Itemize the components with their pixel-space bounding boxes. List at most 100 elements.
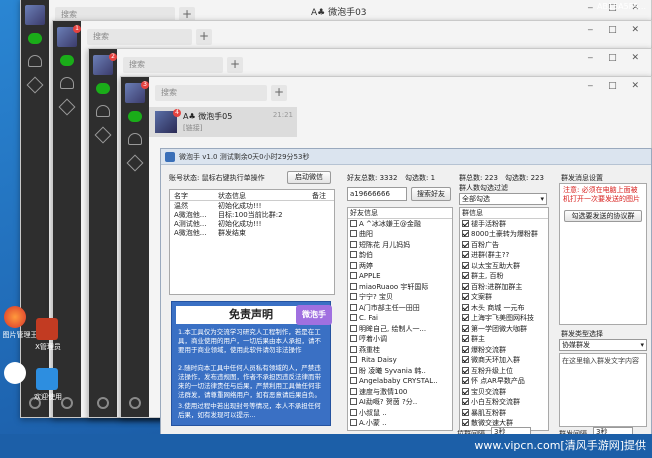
checkbox[interactable]	[462, 408, 469, 416]
friend-item[interactable]: 小叔鼠 ..	[348, 408, 452, 419]
friend-item[interactable]: Rita Daisy	[348, 355, 452, 366]
search-input[interactable]: 搜索	[123, 57, 223, 73]
table-row[interactable]: A测试他... 初始化成功!!!	[170, 219, 334, 228]
group-item[interactable]: 小白互粉交流群	[460, 397, 548, 408]
window-controls[interactable]: ‒ □ ✕	[588, 81, 646, 91]
app-icon[interactable]	[36, 368, 58, 390]
group-item[interactable]: 宝贝交流群	[460, 387, 548, 398]
checkbox[interactable]	[462, 366, 469, 374]
group-item[interactable]: 褪手活粉群	[460, 219, 548, 230]
friend-item[interactable]: 明眸自己, 绘制人一...	[348, 324, 452, 335]
collection-icon[interactable]	[94, 126, 112, 144]
app-icon[interactable]	[4, 306, 26, 328]
checkbox[interactable]	[350, 335, 357, 342]
group-item[interactable]: 文案群	[460, 292, 548, 303]
collection-icon[interactable]	[126, 154, 144, 172]
checkbox[interactable]	[462, 293, 469, 300]
group-item[interactable]: 群主	[460, 334, 548, 345]
checkbox[interactable]	[350, 240, 357, 248]
friend-search-input[interactable]: a19666666	[347, 187, 407, 201]
friend-item[interactable]: 两婷	[348, 261, 452, 272]
friend-item[interactable]: 哼着小调	[348, 334, 452, 345]
user-avatar[interactable]	[25, 5, 45, 25]
checkbox[interactable]	[350, 219, 357, 227]
app-icon[interactable]	[4, 362, 26, 384]
group-item[interactable]: 木头 商城 一元布	[460, 303, 548, 314]
group-item[interactable]: 8000土豪转为爆粉群	[460, 229, 548, 240]
friend-item[interactable]: Angelababy CRYSTAL..	[348, 376, 452, 387]
tool-window[interactable]: 微泡手 v1.0 测试剩余0天0小时29分53秒 账号状态: 鼠标右键执行单操作…	[160, 148, 652, 438]
group-item[interactable]: 第一学团微大咖群	[460, 324, 548, 335]
table-row[interactable]: A微泡他... 目标:100当前比群:2	[170, 210, 334, 219]
checkbox[interactable]	[350, 387, 357, 395]
friend-item[interactable]: A门市部主任一田田	[348, 303, 452, 314]
group-item[interactable]: 百粉广告	[460, 240, 548, 251]
table-row[interactable]: 温然 初始化成功!!!	[170, 201, 334, 210]
friend-item[interactable]: miaoRuaoo 宇轩国际	[348, 282, 452, 293]
checkbox[interactable]	[462, 419, 469, 426]
checkbox[interactable]	[350, 345, 357, 353]
add-icon[interactable]: +	[271, 85, 287, 101]
group-item[interactable]: 互粉升级上位	[460, 366, 548, 377]
window-controls[interactable]: ‒ □ ✕	[588, 53, 646, 63]
checkbox[interactable]	[462, 282, 469, 290]
checkbox[interactable]	[462, 335, 469, 342]
send-type-select[interactable]: 协媒群发 ▾	[559, 339, 647, 351]
group-item[interactable]: 进群(群主??	[460, 250, 548, 261]
add-icon[interactable]: +	[227, 57, 243, 73]
group-list[interactable]: 群信息 褪手活粉群 8000土豪转为爆粉群 百粉广告 进群(群主?? 以太宝互助大群 群主…	[459, 207, 549, 431]
column-header[interactable]: 状态信息	[218, 191, 246, 201]
group-item[interactable]: 以太宝互助大群	[460, 261, 548, 272]
table-row[interactable]: A微泡他... 群发结束	[170, 228, 334, 237]
checkbox[interactable]	[350, 293, 357, 300]
friend-item[interactable]: 宁宁? 宝贝	[348, 292, 452, 303]
checkbox[interactable]	[462, 230, 469, 237]
checkbox[interactable]	[462, 377, 469, 384]
column-header[interactable]: 备注	[312, 191, 326, 201]
collection-icon[interactable]	[58, 98, 76, 116]
checkbox[interactable]	[350, 272, 357, 279]
checkbox[interactable]	[350, 366, 357, 374]
checkbox[interactable]	[350, 282, 357, 290]
friend-item[interactable]: 短陈花 月儿妈妈	[348, 240, 452, 251]
group-item[interactable]: 微商天环加入群	[460, 355, 548, 366]
send-settings-panel[interactable]: 注意: 必须在电脑上面被机打开一次要发送的图片 勾选要发送的协议群	[559, 183, 647, 325]
checkbox[interactable]	[350, 356, 357, 363]
app-icon[interactable]	[36, 318, 58, 340]
contacts-icon[interactable]	[128, 133, 142, 145]
search-friend-button[interactable]: 搜索好友	[411, 187, 451, 201]
checkbox[interactable]	[462, 219, 469, 227]
group-item[interactable]: 百粉:进群加群主	[460, 282, 548, 293]
checkbox[interactable]	[350, 314, 357, 321]
friend-item[interactable]: APPLE	[348, 271, 452, 282]
checkbox[interactable]	[350, 398, 357, 405]
settings-icon[interactable]	[129, 397, 141, 409]
friend-item[interactable]: C. Fai	[348, 313, 452, 324]
friend-item[interactable]: A.小蒙 ..	[348, 418, 452, 429]
friend-item[interactable]: 曲阳	[348, 229, 452, 240]
group-item[interactable]: 群主, 百粉	[460, 271, 548, 282]
checkbox[interactable]	[462, 324, 469, 332]
checkbox[interactable]	[462, 240, 469, 248]
checkbox[interactable]	[462, 251, 469, 258]
search-input[interactable]: 搜索	[87, 29, 192, 45]
chat-icon[interactable]	[96, 83, 110, 94]
contacts-icon[interactable]	[96, 105, 110, 117]
checkbox[interactable]	[462, 398, 469, 405]
chat-icon[interactable]	[60, 55, 74, 66]
add-icon[interactable]: +	[196, 29, 212, 45]
checkbox[interactable]	[350, 419, 357, 426]
friend-item[interactable]: 韵伯	[348, 250, 452, 261]
search-input[interactable]: 搜索	[155, 85, 267, 101]
checkbox[interactable]	[350, 408, 357, 416]
chat-list-item[interactable]: 4 A♣ 微泡手05 [链接] 21:21	[149, 107, 297, 137]
friend-item[interactable]: A ^冰冰嫌王@金融	[348, 219, 452, 230]
checkbox[interactable]	[462, 345, 469, 353]
friend-item[interactable]: 盼 凌曦 Syvania 韩..	[348, 366, 452, 377]
group-filter-select[interactable]: 全部勾选 ▾	[459, 193, 547, 205]
group-item[interactable]: 上海宇飞美图网科技	[460, 313, 548, 324]
checkbox[interactable]	[462, 261, 469, 269]
collection-icon[interactable]	[26, 76, 44, 94]
checkbox[interactable]	[462, 387, 469, 395]
settings-icon[interactable]	[97, 397, 109, 409]
